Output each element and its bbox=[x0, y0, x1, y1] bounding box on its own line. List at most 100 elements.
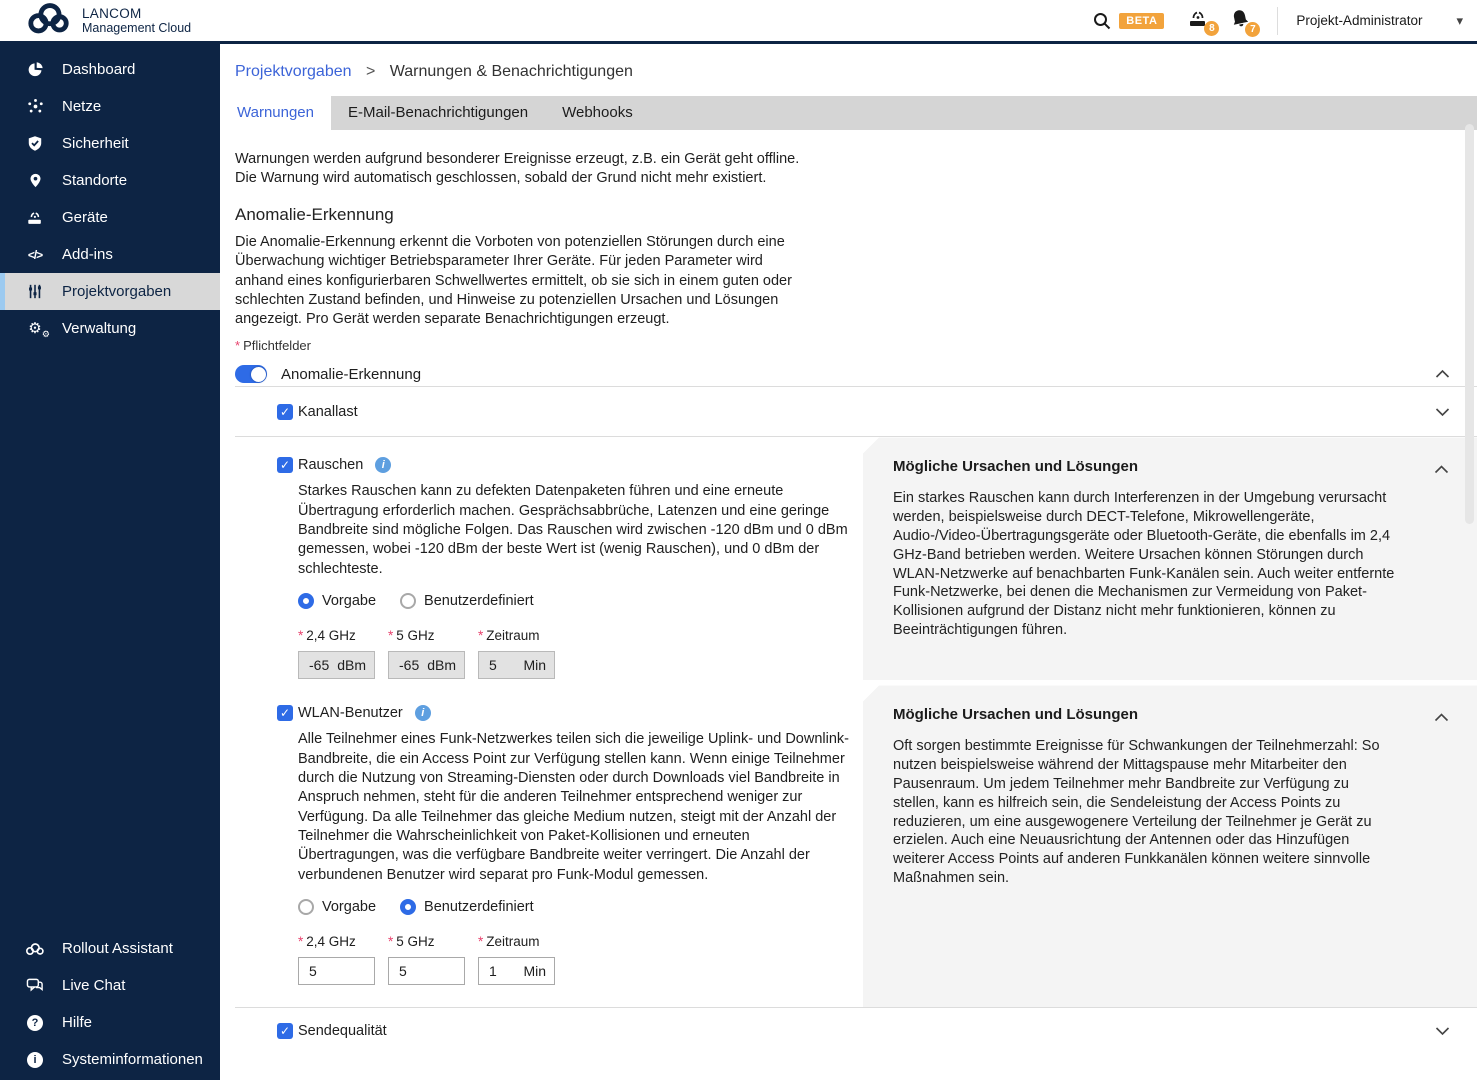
wlan-field-zeitraum: *Zeitraum 1Min bbox=[478, 934, 555, 985]
rauschen-zeitraum-input[interactable]: 5Min bbox=[478, 651, 555, 679]
sidebar-bottom-nav: Rollout Assistant Live Chat ? Hilfe i Sy… bbox=[0, 923, 220, 1080]
logo-line2: Management Cloud bbox=[82, 21, 191, 35]
access-point-icon bbox=[25, 209, 45, 226]
logo-text: LANCOM Management Cloud bbox=[82, 6, 191, 35]
wlan-24ghz-input[interactable]: 5 bbox=[298, 957, 375, 985]
help-icon: ? bbox=[27, 1015, 43, 1031]
wlan-radio-vorgabe[interactable]: Vorgabe bbox=[298, 899, 376, 915]
sidebar-item-systeminformationen[interactable]: i Systeminformationen bbox=[0, 1041, 220, 1078]
anomaly-toggle-label: Anomalie-Erkennung bbox=[281, 366, 421, 383]
sidebar-item-label: Sicherheit bbox=[62, 135, 129, 152]
sidebar-item-label: Live Chat bbox=[62, 977, 125, 994]
info-icon: i bbox=[27, 1052, 43, 1068]
wlan-radio-benutzerdefiniert[interactable]: Benutzerdefiniert bbox=[400, 899, 534, 915]
sidebar-item-hilfe[interactable]: ? Hilfe bbox=[0, 1004, 220, 1041]
toggle-knob bbox=[251, 367, 266, 382]
scrollbar[interactable] bbox=[1465, 124, 1474, 524]
intro-text-line1: Warnungen werden aufgrund besonderer Ere… bbox=[235, 150, 1477, 169]
kanallast-row: ✓ Kanallast bbox=[235, 387, 1477, 436]
tab-email-benachrichtigungen[interactable]: E-Mail-Benachrichtigungen bbox=[331, 96, 545, 130]
tab-warnungen[interactable]: Warnungen bbox=[220, 96, 331, 130]
sidebar-item-live-chat[interactable]: Live Chat bbox=[0, 967, 220, 1004]
rauschen-field-5ghz: *5 GHz -65dBm bbox=[388, 628, 465, 679]
header-actions: BETA 8 7 Projekt-Administrator ▾ bbox=[1093, 0, 1463, 41]
wlan-mode-radios: Vorgabe Benutzerdefiniert bbox=[298, 899, 864, 915]
chat-bubbles-icon bbox=[25, 977, 45, 994]
sidebar-item-netze[interactable]: Netze bbox=[0, 88, 220, 125]
rauschen-radio-benutzerdefiniert[interactable]: Benutzerdefiniert bbox=[400, 593, 534, 609]
breadcrumb: Projektvorgaben > Warnungen & Benachrich… bbox=[220, 44, 1477, 96]
user-menu-label[interactable]: Projekt-Administrator bbox=[1296, 13, 1422, 28]
sidebar-item-rollout-assistant[interactable]: Rollout Assistant bbox=[0, 930, 220, 967]
rauschen-radio-vorgabe[interactable]: Vorgabe bbox=[298, 593, 376, 609]
kanallast-checkbox[interactable]: ✓ bbox=[277, 404, 293, 420]
kanallast-label: Kanallast bbox=[298, 404, 358, 420]
expand-kanallast-chevron-down-icon[interactable] bbox=[1435, 407, 1450, 416]
network-icon bbox=[25, 98, 45, 115]
code-icon: </> bbox=[25, 248, 45, 262]
rauschen-5ghz-input[interactable]: -65dBm bbox=[388, 651, 465, 679]
sidebar-item-addins[interactable]: </> Add-ins bbox=[0, 236, 220, 273]
wlan-5ghz-input[interactable]: 5 bbox=[388, 957, 465, 985]
causes-title: Mögliche Ursachen und Lösungen bbox=[893, 706, 1397, 723]
wlan-info-icon[interactable]: i bbox=[415, 705, 431, 721]
alerts-button[interactable]: 7 bbox=[1230, 8, 1251, 34]
wlan-title-row: ✓ WLAN-Benutzer i bbox=[298, 704, 864, 722]
rauschen-mode-radios: Vorgabe Benutzerdefiniert bbox=[298, 593, 864, 609]
breadcrumb-parent-link[interactable]: Projektvorgaben bbox=[235, 63, 352, 80]
rauschen-info-icon[interactable]: i bbox=[375, 457, 391, 473]
page-title: Warnungen & Benachrichtigungen bbox=[390, 63, 633, 80]
sidebar-item-standorte[interactable]: Standorte bbox=[0, 162, 220, 199]
rauschen-causes-panel: Mögliche Ursachen und Lösungen Ein stark… bbox=[863, 437, 1477, 680]
wlan-zeitraum-input[interactable]: 1Min bbox=[478, 957, 555, 985]
rauschen-fields: *2,4 GHz -65dBm *5 GHz -65dBm *Zeitraum bbox=[298, 628, 864, 679]
sendequalitaet-label: Sendequalität bbox=[298, 1023, 387, 1039]
sendequalitaet-checkbox[interactable]: ✓ bbox=[277, 1023, 293, 1039]
intro-text-line2: Die Warnung wird automatisch geschlossen… bbox=[235, 169, 1477, 188]
device-notifications-button[interactable]: 8 bbox=[1186, 8, 1210, 33]
sidebar-item-projektvorgaben[interactable]: Projektvorgaben bbox=[0, 273, 220, 310]
sidebar-nav: Dashboard Netze Sicherheit bbox=[0, 44, 220, 347]
wlan-fields: *2,4 GHz 5 *5 GHz 5 *Zeitraum bbox=[298, 934, 864, 985]
main-area: Projektvorgaben > Warnungen & Benachrich… bbox=[220, 44, 1477, 1080]
collapse-anomaly-chevron-up-icon[interactable] bbox=[1435, 370, 1450, 379]
wlan-checkbox[interactable]: ✓ bbox=[277, 705, 293, 721]
tab-content: Warnungen werden aufgrund besonderer Ere… bbox=[220, 130, 1477, 1053]
device-count-badge: 8 bbox=[1204, 21, 1219, 36]
tab-webhooks[interactable]: Webhooks bbox=[545, 96, 650, 130]
shield-icon bbox=[25, 135, 45, 152]
sidebar-item-sicherheit[interactable]: Sicherheit bbox=[0, 125, 220, 162]
cloud-icon bbox=[25, 942, 45, 956]
anomaly-section-title: Anomalie-Erkennung bbox=[235, 205, 1477, 225]
wlan-settings: ✓ WLAN-Benutzer i Alle Teilnehmer eines … bbox=[298, 685, 864, 984]
rauschen-description: Starkes Rauschen kann zu defekten Datenp… bbox=[298, 482, 850, 578]
collapse-rauschen-causes-chevron-up-icon[interactable] bbox=[1434, 465, 1449, 474]
sidebar-item-dashboard[interactable]: Dashboard bbox=[0, 51, 220, 88]
wlan-field-24ghz: *2,4 GHz 5 bbox=[298, 934, 375, 985]
rauschen-label: Rauschen bbox=[298, 457, 363, 473]
anomaly-description: Die Anomalie-Erkennung erkennt die Vorbo… bbox=[235, 233, 800, 329]
sidebar-item-label: Geräte bbox=[62, 209, 108, 226]
breadcrumb-separator: > bbox=[366, 63, 375, 80]
sidebar-item-geraete[interactable]: Geräte bbox=[0, 199, 220, 236]
location-pin-icon bbox=[25, 172, 45, 189]
lancom-logo: LANCOM Management Cloud bbox=[26, 3, 191, 39]
expand-sendequalitaet-chevron-down-icon[interactable] bbox=[1435, 1026, 1450, 1035]
sidebar-item-label: Add-ins bbox=[62, 246, 113, 263]
gear-icon: ⚙⚙ bbox=[25, 321, 45, 336]
sidebar-item-label: Projektvorgaben bbox=[62, 283, 171, 300]
causes-text: Oft sorgen bestimmte Ereignisse für Schw… bbox=[893, 737, 1397, 887]
anomaly-toggle-row: Anomalie-Erkennung bbox=[235, 362, 1477, 386]
collapse-wlan-causes-chevron-up-icon[interactable] bbox=[1434, 713, 1449, 722]
anomaly-toggle[interactable] bbox=[235, 365, 267, 383]
header-divider bbox=[1277, 7, 1278, 35]
sidebar-item-verwaltung[interactable]: ⚙⚙ Verwaltung bbox=[0, 310, 220, 347]
rauschen-checkbox[interactable]: ✓ bbox=[277, 457, 293, 473]
sidebar-item-label: Hilfe bbox=[62, 1014, 92, 1031]
user-menu-caret-icon[interactable]: ▾ bbox=[1456, 13, 1463, 29]
sidebar: Dashboard Netze Sicherheit bbox=[0, 44, 220, 1080]
rauschen-24ghz-input[interactable]: -65dBm bbox=[298, 651, 375, 679]
logo-line1: LANCOM bbox=[82, 6, 191, 21]
search-icon[interactable] bbox=[1093, 12, 1111, 30]
required-asterisk: * bbox=[235, 338, 240, 353]
